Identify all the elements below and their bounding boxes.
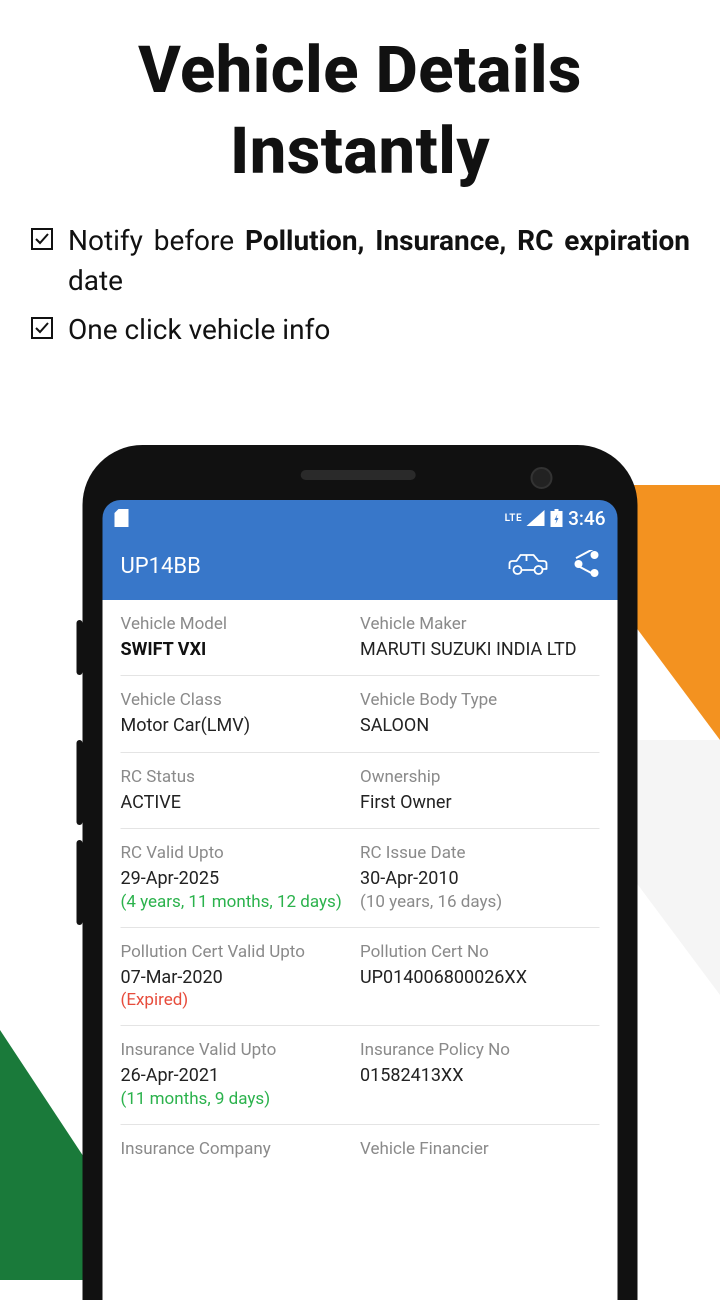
signal-icon — [526, 510, 544, 526]
detail-label: RC Issue Date — [360, 843, 600, 863]
detail-cell: Insurance Policy No 01582413XX — [360, 1040, 600, 1109]
hero-title: Vehicle Details Instantly — [0, 0, 720, 203]
detail-note: (10 years, 16 days) — [360, 891, 600, 913]
detail-row: Vehicle ClassMotor Car(LMV)Vehicle Body … — [121, 676, 600, 752]
detail-label: RC Valid Upto — [121, 843, 361, 863]
bullet-notify: Notify before Pollution, Insurance, RC e… — [30, 221, 690, 302]
detail-value: First Owner — [360, 791, 600, 814]
hero-title-line1: Vehicle Details — [138, 32, 582, 108]
detail-cell: Pollution Cert Valid Upto 07-Mar-2020(Exp… — [121, 942, 361, 1011]
status-time: 3:46 — [568, 507, 605, 530]
detail-cell: Vehicle Financier — [360, 1139, 600, 1163]
phone-side-button — [77, 740, 83, 825]
detail-row: RC Valid Upto 29-Apr-2025(4 years, 11 mon… — [121, 829, 600, 927]
share-icon[interactable] — [574, 550, 600, 582]
detail-label: RC Status — [121, 767, 361, 787]
detail-label: Insurance Valid Upto — [121, 1040, 361, 1060]
detail-row: Insurance Valid Upto 26-Apr-2021(11 month… — [121, 1026, 600, 1124]
detail-note: (Expired) — [121, 989, 361, 1011]
detail-row: Insurance CompanyVehicle Financier — [121, 1125, 600, 1177]
feature-bullets: Notify before Pollution, Insurance, RC e… — [0, 203, 720, 351]
detail-label: Vehicle Maker — [360, 614, 600, 634]
car-icon[interactable] — [506, 551, 550, 581]
checkbox-icon — [30, 314, 60, 347]
detail-value: Motor Car(LMV) — [121, 714, 361, 737]
detail-label: Ownership — [360, 767, 600, 787]
detail-value: ACTIVE — [121, 791, 361, 814]
vehicle-details-list: Vehicle Model SWIFT VXI Vehicle Maker MARUT… — [103, 600, 618, 1300]
detail-note: (4 years, 11 months, 12 days) — [121, 891, 361, 913]
detail-label: Vehicle Body Type — [360, 690, 600, 710]
detail-cell: Vehicle Maker MARUTI SUZUKI INDIA LTD — [360, 614, 600, 661]
detail-cell: Pollution Cert No UP014006800026XX — [360, 942, 600, 1011]
detail-value: SWIFT VXI — [121, 638, 361, 661]
detail-value: SALOON — [360, 714, 600, 737]
detail-cell: Vehicle Body Type SALOON — [360, 690, 600, 737]
detail-cell: Insurance Company — [121, 1139, 361, 1163]
bullet-notify-text: Notify before Pollution, Insurance, RC e… — [68, 221, 690, 302]
hero-title-line2: Instantly — [230, 113, 490, 189]
detail-cell: RC Status ACTIVE — [121, 767, 361, 814]
checkbox-icon — [30, 225, 60, 258]
status-bar: LTE 3:46 — [103, 500, 618, 536]
detail-label: Pollution Cert No — [360, 942, 600, 962]
detail-value: MARUTI SUZUKI INDIA LTD — [360, 638, 600, 661]
bullet-oneclick-text: One click vehicle info — [68, 310, 690, 351]
detail-row: RC Status ACTIVE Ownership First Owner — [121, 753, 600, 829]
detail-label: Vehicle Class — [121, 690, 361, 710]
appbar-title: UP14BB — [121, 554, 201, 579]
detail-value: 07-Mar-2020 — [121, 966, 361, 989]
detail-row: Pollution Cert Valid Upto 07-Mar-2020(Exp… — [121, 928, 600, 1026]
detail-cell: Vehicle Class Motor Car(LMV) — [121, 690, 361, 737]
detail-cell: RC Issue Date 30-Apr-2010(10 years, 16 da… — [360, 843, 600, 912]
lte-indicator: LTE — [505, 513, 523, 524]
detail-label: Pollution Cert Valid Upto — [121, 942, 361, 962]
detail-value: UP014006800026XX — [360, 966, 600, 989]
detail-row: Vehicle Model SWIFT VXI Vehicle Maker MARUT… — [121, 600, 600, 676]
detail-value: 29-Apr-2025 — [121, 867, 361, 890]
detail-label: Insurance Company — [121, 1139, 361, 1159]
detail-label: Insurance Policy No — [360, 1040, 600, 1060]
detail-value: 26-Apr-2021 — [121, 1064, 361, 1087]
detail-cell: RC Valid Upto 29-Apr-2025(4 years, 11 mon… — [121, 843, 361, 912]
detail-label: Vehicle Model — [121, 614, 361, 634]
bullet-oneclick: One click vehicle info — [30, 310, 690, 351]
phone-side-button — [77, 840, 83, 925]
app-bar: UP14BB — [103, 536, 618, 600]
detail-label: Vehicle Financier — [360, 1139, 600, 1159]
phone-screen: LTE 3:46 UP14BB — [103, 500, 618, 1300]
detail-cell: Insurance Valid Upto 26-Apr-2021(11 month… — [121, 1040, 361, 1109]
sdcard-icon — [115, 509, 129, 527]
phone-mockup: LTE 3:46 UP14BB — [83, 445, 638, 1300]
phone-side-button — [77, 620, 83, 675]
detail-cell: Ownership First Owner — [360, 767, 600, 814]
detail-note: (11 months, 9 days) — [121, 1088, 361, 1110]
battery-icon — [550, 509, 562, 527]
detail-value: 30-Apr-2010 — [360, 867, 600, 890]
detail-value: 01582413XX — [360, 1064, 600, 1087]
detail-cell: Vehicle Model SWIFT VXI — [121, 614, 361, 661]
